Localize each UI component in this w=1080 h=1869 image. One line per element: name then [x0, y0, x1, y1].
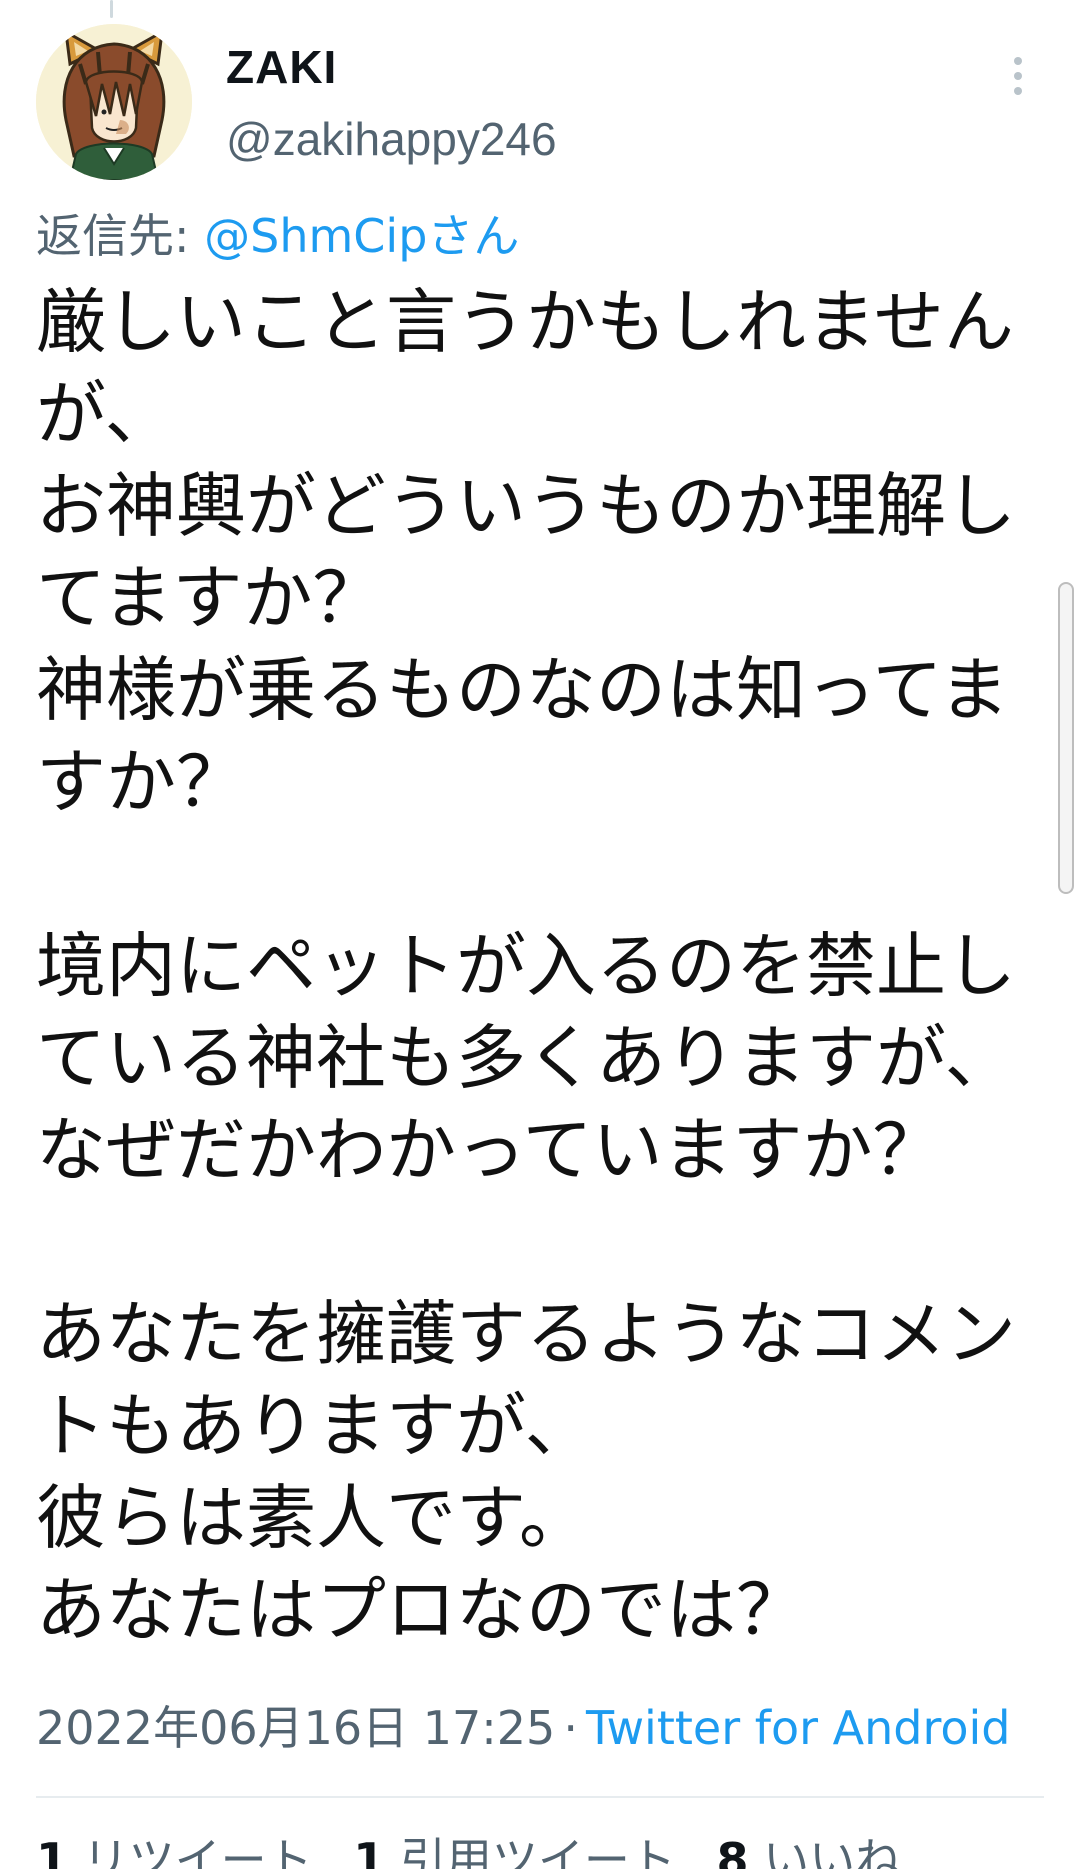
likes-stat[interactable]: 8 いいね — [717, 1833, 902, 1869]
quote-tweets-stat[interactable]: 1 引用ツイート — [353, 1833, 676, 1869]
quote-tweets-label: 引用ツイート — [399, 1833, 676, 1869]
tweet-stats: 1 リツイート 1 引用ツイート 8 いいね — [36, 1830, 927, 1869]
tweet-client-link[interactable]: Twitter for Android — [586, 1701, 1011, 1755]
more-options-button[interactable] — [990, 48, 1046, 104]
scrollbar-thumb[interactable] — [1058, 582, 1074, 894]
tweet-timestamp[interactable]: 2022年06月16日 17:25 — [36, 1701, 555, 1755]
author-avatar[interactable] — [36, 24, 192, 180]
tweet-text: 厳しいこと言うかもしれません が、 お神輿がどういうものか理解し てますか？ 神… — [36, 281, 1016, 1651]
stats-divider — [36, 1796, 1044, 1798]
thread-connector-line — [110, 0, 113, 18]
author-display-name[interactable]: ZAKI — [226, 40, 337, 94]
retweets-label: リツイート — [82, 1833, 313, 1869]
quote-tweets-count: 1 — [353, 1833, 386, 1869]
author-handle[interactable]: @zakihappy246 — [226, 112, 557, 166]
retweets-count: 1 — [36, 1833, 69, 1869]
tweet-meta: 2022年06月16日 17:25 · Twitter for Android — [36, 1698, 1010, 1758]
meta-separator: · — [563, 1701, 578, 1755]
likes-label: いいね — [763, 1833, 902, 1869]
reply-to-prefix: 返信先: — [36, 209, 205, 263]
retweets-stat[interactable]: 1 リツイート — [36, 1833, 313, 1869]
more-icon-dot — [1014, 87, 1022, 95]
more-icon-dot — [1014, 72, 1022, 80]
tweet-detail-screen: ZAKI @zakihappy246 返信先: @ShmCipさん 厳しいこと言… — [0, 0, 1080, 1869]
more-icon-dot — [1014, 57, 1022, 65]
tweet-header: ZAKI @zakihappy246 — [36, 24, 1046, 184]
likes-count: 8 — [716, 1833, 749, 1869]
avatar-illustration — [36, 24, 192, 180]
reply-to-mention-link[interactable]: @ShmCipさん — [204, 209, 519, 263]
reply-to-line: 返信先: @ShmCipさん — [36, 208, 519, 264]
